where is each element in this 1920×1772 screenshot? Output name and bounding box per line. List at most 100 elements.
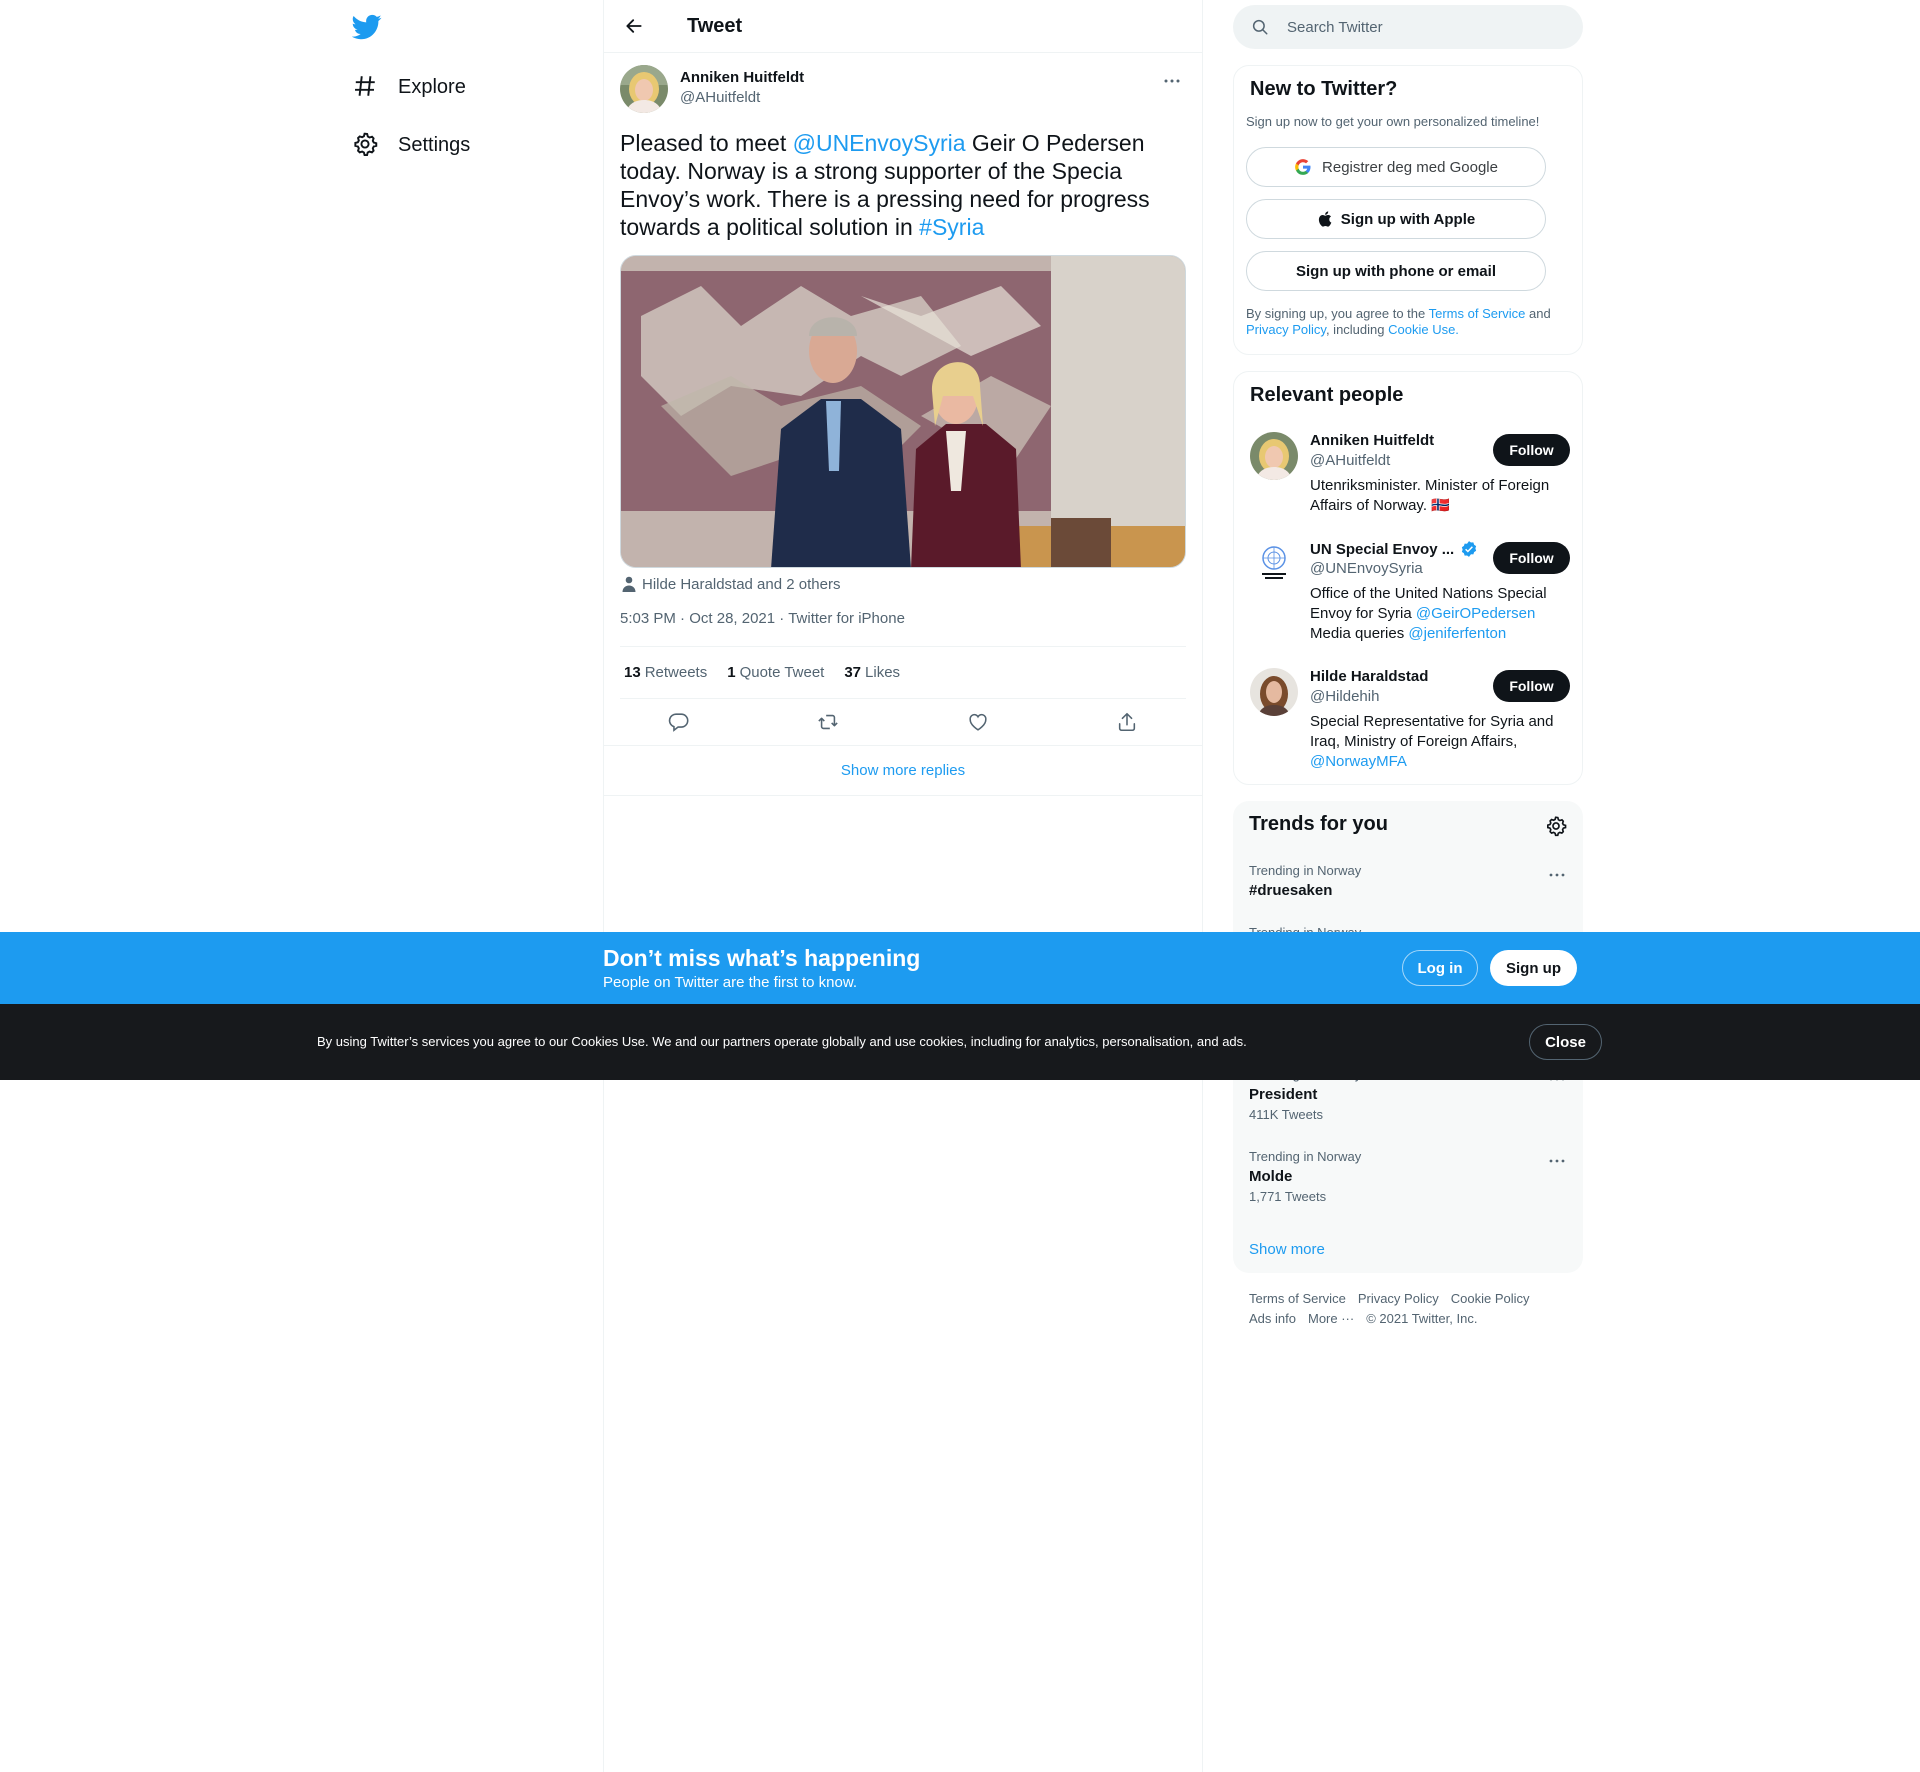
person-handle: @UNEnvoySyria <box>1310 560 1423 577</box>
main-column: Tweet Anniken Huitfeldt @AHuitfeldt Plea… <box>603 0 1203 1772</box>
tweet-author: Anniken Huitfeldt @AHuitfeldt <box>620 65 1186 129</box>
nav-explore[interactable]: Explore <box>352 67 466 107</box>
tweet-text: Pleased to meet @UNEnvoySyria Geir O Ped… <box>620 129 1188 241</box>
footer-ads-info-link[interactable]: Ads info <box>1249 1311 1296 1326</box>
follow-button[interactable]: Follow <box>1493 670 1570 702</box>
like-icon[interactable] <box>959 703 997 741</box>
gear-icon <box>352 131 380 159</box>
legal-text: By signing up, you agree to the <box>1246 306 1429 321</box>
avatar[interactable] <box>1250 540 1298 588</box>
person-name: Anniken Huitfeldt <box>1310 432 1434 449</box>
apple-icon <box>1318 211 1332 227</box>
share-icon[interactable] <box>1108 703 1146 741</box>
relevant-people-title: Relevant people <box>1250 384 1404 406</box>
likes-label: Likes <box>865 664 901 681</box>
google-icon <box>1295 159 1311 175</box>
person-icon <box>622 576 636 592</box>
trend-name: President <box>1249 1086 1318 1103</box>
follow-button[interactable]: Follow <box>1493 542 1570 574</box>
likes-count: 37 <box>844 664 862 681</box>
author-handle[interactable]: @AHuitfeldt <box>680 89 760 106</box>
retweet-icon[interactable] <box>809 703 847 741</box>
search-input[interactable] <box>1287 18 1547 36</box>
back-button[interactable] <box>617 9 651 43</box>
quote-tweets-stat[interactable]: 1 Quote Tweet <box>727 664 824 681</box>
phone-email-signup-button[interactable]: Sign up with phone or email <box>1246 251 1546 291</box>
tweet-mention-link[interactable]: @UNEnvoySyria <box>793 130 966 156</box>
person-item[interactable]: Hilde Haraldstad @Hildehih Special Repre… <box>1250 668 1570 778</box>
signup-legal: By signing up, you agree to the Terms of… <box>1246 306 1566 338</box>
bio-mention-link[interactable]: @jeniferfenton <box>1408 625 1506 642</box>
nav-settings[interactable]: Settings <box>352 125 470 165</box>
tagged-users-label: Hilde Haraldstad and 2 others <box>642 575 841 593</box>
nav-settings-label: Settings <box>398 133 471 156</box>
page-title: Tweet <box>687 14 743 37</box>
avatar[interactable] <box>620 65 668 113</box>
google-signup-button[interactable]: Registrer deg med Google <box>1246 147 1546 187</box>
person-handle: @AHuitfeldt <box>1310 452 1391 469</box>
login-button[interactable]: Log in <box>1402 950 1478 986</box>
tweet-source[interactable]: Twitter for iPhone <box>788 610 905 627</box>
footer-more-link[interactable]: More ··· <box>1308 1311 1354 1326</box>
show-more-trends-link[interactable]: Show more <box>1249 1241 1325 1258</box>
cookie-close-button[interactable]: Close <box>1529 1024 1602 1060</box>
legal-text: and <box>1525 306 1551 321</box>
follow-button[interactable]: Follow <box>1493 434 1570 466</box>
relevant-people-card: Relevant people Anniken Huitfeldt @AHuit… <box>1233 371 1583 785</box>
tweet-text-part: Pleased to meet <box>620 130 793 156</box>
top-bar: Tweet <box>604 0 1202 53</box>
signup-button[interactable]: Sign up <box>1490 950 1577 986</box>
trend-item[interactable]: Trending in Norway #druesaken <box>1249 863 1569 899</box>
person-item[interactable]: UN Special Envoy ... @UNEnvoySyria Offic… <box>1250 540 1570 650</box>
avatar[interactable] <box>1250 432 1298 480</box>
apple-signup-button[interactable]: Sign up with Apple <box>1246 199 1546 239</box>
bio-mention-link[interactable]: @GeirOPedersen <box>1416 605 1535 622</box>
signup-card: New to Twitter? Sign up now to get your … <box>1233 65 1583 355</box>
trends-settings-gear-icon[interactable] <box>1545 815 1567 837</box>
back-arrow-icon <box>626 19 642 33</box>
reply-icon[interactable] <box>660 703 698 741</box>
tweet-date[interactable]: Oct 28, 2021 <box>689 610 775 627</box>
tagged-users[interactable]: Hilde Haraldstad and 2 others <box>620 574 1186 594</box>
footer-terms-link[interactable]: Terms of Service <box>1249 1291 1346 1306</box>
cookie-use-link[interactable]: Cookie Use. <box>1388 322 1459 337</box>
trend-item[interactable]: Trending in Norway Molde 1,771 Tweets <box>1249 1149 1569 1204</box>
footer-privacy-link[interactable]: Privacy Policy <box>1358 1291 1439 1306</box>
footer-copyright: © 2021 Twitter, Inc. <box>1366 1311 1478 1326</box>
trends-title: Trends for you <box>1249 813 1388 835</box>
show-more-replies-button[interactable]: Show more replies <box>604 746 1202 796</box>
tweet-photo[interactable] <box>620 255 1186 568</box>
quotes-label: Quote Tweet <box>739 664 825 681</box>
more-options-icon[interactable] <box>1545 1149 1569 1173</box>
footer-cookie-policy-link[interactable]: Cookie Policy <box>1451 1291 1530 1306</box>
trend-count: 1,771 Tweets <box>1249 1189 1327 1204</box>
retweets-stat[interactable]: 13 Retweets <box>624 664 707 681</box>
search-bar[interactable] <box>1233 5 1583 49</box>
twitter-bird-icon[interactable] <box>352 12 384 44</box>
more-options-icon[interactable] <box>1545 863 1569 887</box>
meta-separator: · <box>675 610 690 627</box>
retweets-label: Retweets <box>644 664 708 681</box>
likes-stat[interactable]: 37 Likes <box>844 664 900 681</box>
phone-email-signup-label: Sign up with phone or email <box>1295 262 1496 280</box>
banner-title: Don’t miss what’s happening <box>603 945 921 971</box>
bio-text: Special Representative for Syria and Ira… <box>1310 713 1554 750</box>
bio-mention-link[interactable]: @NorwayMFA <box>1310 753 1407 770</box>
privacy-link[interactable]: Privacy Policy <box>1246 322 1326 337</box>
terms-link[interactable]: Terms of Service <box>1429 306 1526 321</box>
legal-text: , including <box>1325 322 1389 337</box>
tweet-hashtag-link[interactable]: #Syria <box>919 214 984 240</box>
verified-badge-icon <box>1462 541 1477 557</box>
person-bio: Utenriksminister. Minister of Foreign Af… <box>1310 477 1550 514</box>
apple-signup-label: Sign up with Apple <box>1340 210 1476 228</box>
trend-name: #druesaken <box>1249 882 1333 899</box>
person-item[interactable]: Anniken Huitfeldt @AHuitfeldt Utenriksmi… <box>1250 432 1570 522</box>
avatar[interactable] <box>1250 668 1298 716</box>
tweet-time[interactable]: 5:03 PM <box>620 610 676 627</box>
person-name-text: Hilde Haraldstad <box>1310 668 1429 685</box>
meta-separator: · <box>775 610 789 627</box>
trend-meta: Trending in Norway <box>1249 863 1362 878</box>
tweet-actions <box>604 699 1202 746</box>
more-options-icon[interactable] <box>1160 69 1184 93</box>
author-name[interactable]: Anniken Huitfeldt <box>680 69 804 86</box>
